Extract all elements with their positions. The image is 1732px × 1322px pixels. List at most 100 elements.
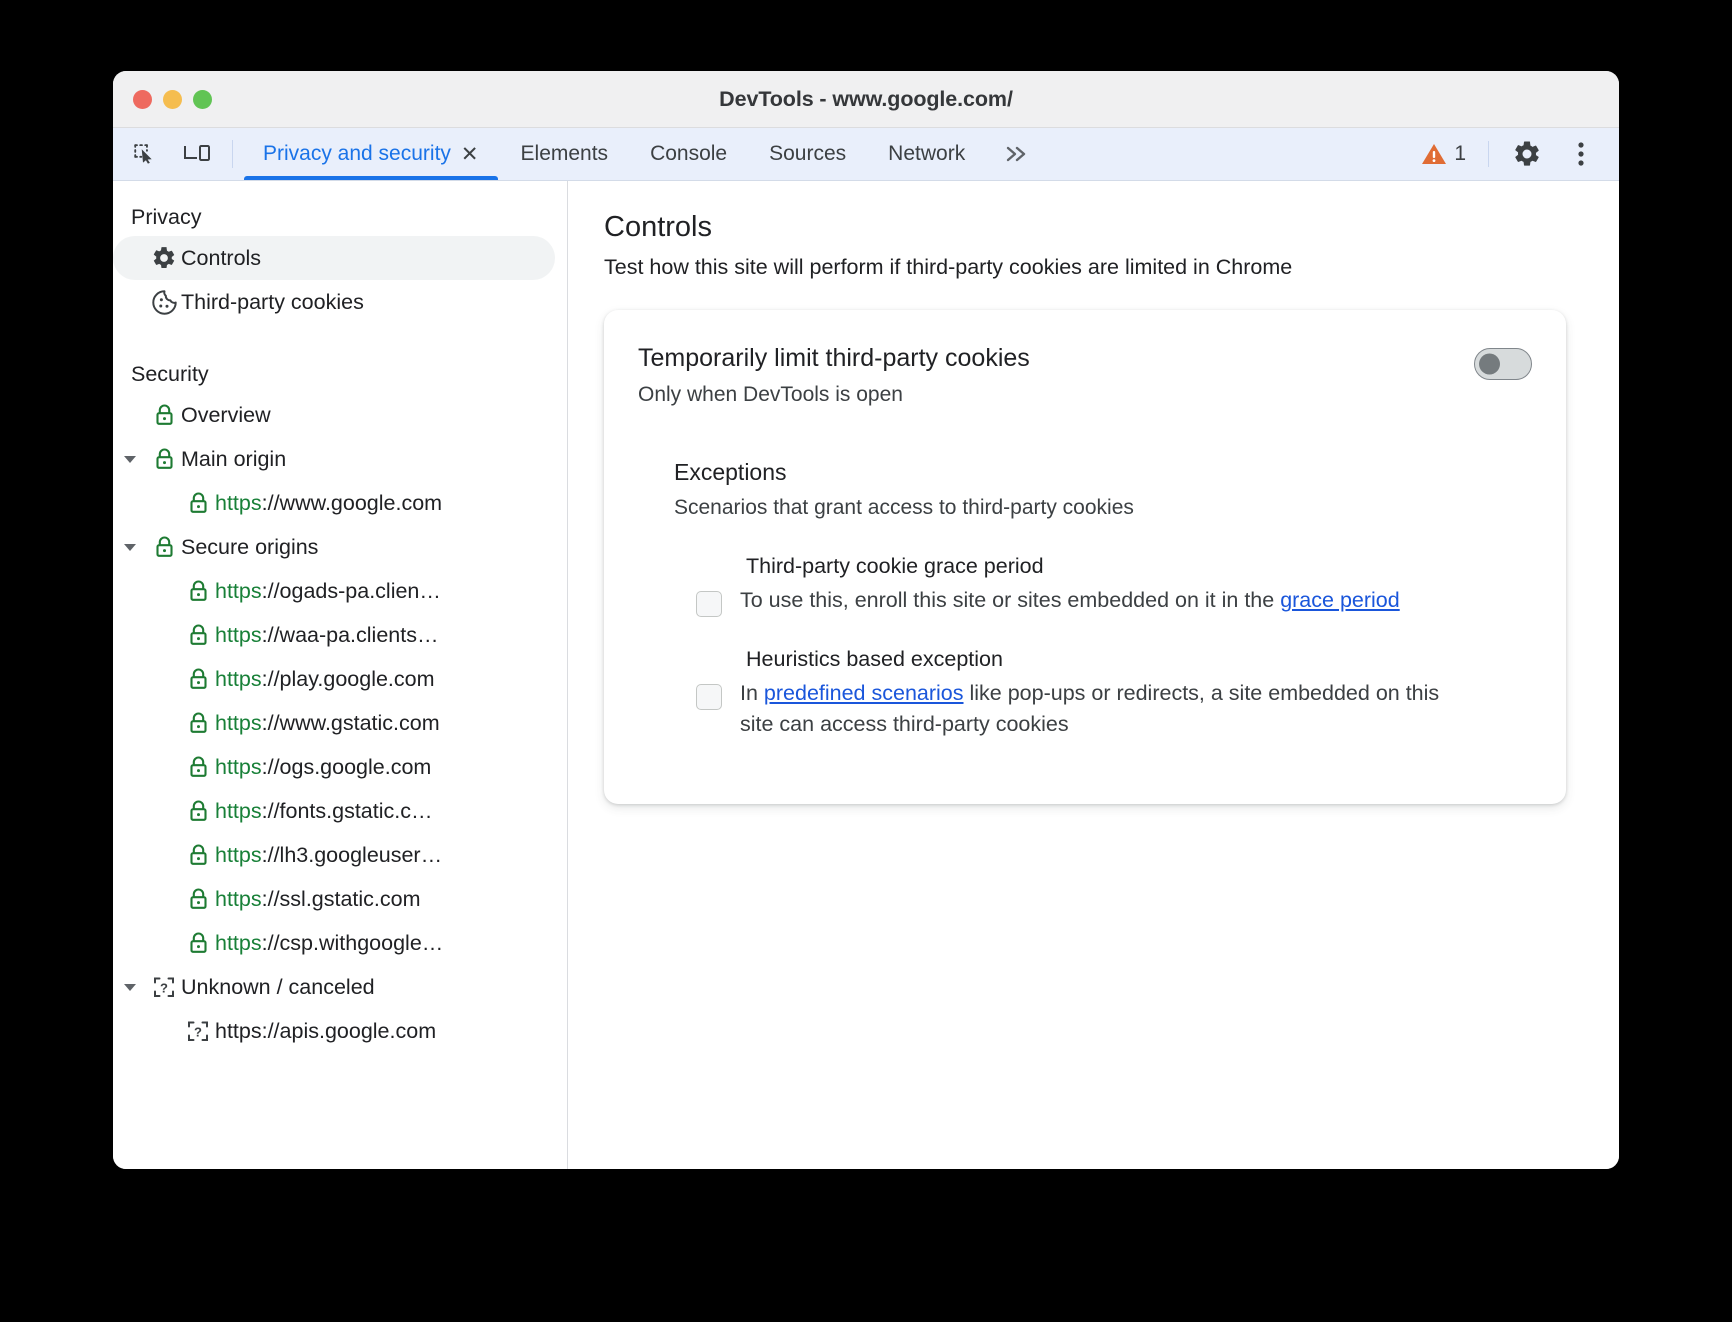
exception-description: In predefined scenarios like pop-ups or … — [740, 681, 1440, 737]
sidebar-origin-url: https://ogs.google.com — [215, 754, 432, 779]
sidebar-origin-row[interactable]: https://play.google.com — [113, 657, 555, 701]
maximize-window-button[interactable] — [193, 89, 212, 109]
predefined-scenarios-link[interactable]: predefined scenarios — [764, 681, 964, 705]
warning-count: 1 — [1454, 142, 1466, 165]
sidebar-origin-row[interactable]: https://lh3.googleuser… — [113, 833, 555, 877]
sidebar-origin-url: https://ogads-pa.clien… — [215, 578, 441, 603]
devtools-tab-bar: Privacy and security ✕ Elements Console … — [113, 128, 1619, 181]
tab-console[interactable]: Console — [629, 128, 748, 180]
lock-icon — [181, 490, 215, 516]
lock-icon — [181, 930, 215, 956]
unknown-icon: ? — [181, 1018, 215, 1044]
sidebar-origin-url: https://play.google.com — [215, 666, 435, 691]
tab-label: Elements — [520, 142, 609, 165]
sidebar-origin-row[interactable]: https://waa-pa.clients… — [113, 613, 555, 657]
heuristics-checkbox[interactable] — [696, 684, 722, 710]
devtools-content: Privacy Controls Third-party cookies Sec… — [113, 181, 1619, 1169]
tab-list: Privacy and security ✕ Elements Console … — [242, 128, 1048, 180]
chevron-down-icon[interactable] — [113, 541, 147, 553]
sidebar-item-label: Main origin — [181, 446, 287, 471]
page-subtitle: Test how this site will perform if third… — [604, 255, 1293, 279]
card-header: Temporarily limit third-party cookies On… — [638, 344, 1532, 407]
sidebar-origin-url: https://waa-pa.clients… — [215, 622, 439, 647]
exception-title: Heuristics based exception — [746, 647, 1003, 671]
minimize-window-button[interactable] — [163, 89, 182, 109]
exception-row: In predefined scenarios like pop-ups or … — [696, 678, 1532, 740]
gear-icon — [147, 245, 181, 271]
sidebar-group-secure-origins[interactable]: Secure origins — [113, 525, 555, 569]
sidebar-origin-row[interactable]: https://ogs.google.com — [113, 745, 555, 789]
toolbar-divider — [1488, 141, 1489, 167]
controls-panel: Controls Test how this site will perform… — [568, 181, 1619, 1169]
sidebar-group-main-origin[interactable]: Main origin — [113, 437, 555, 481]
lock-icon — [147, 534, 181, 560]
close-icon[interactable]: ✕ — [461, 144, 479, 165]
sidebar-origin-row[interactable]: https://ssl.gstatic.com — [113, 877, 555, 921]
tab-elements[interactable]: Elements — [500, 128, 630, 180]
grace-period-checkbox[interactable] — [696, 591, 722, 617]
exception-title: Third-party cookie grace period — [746, 554, 1044, 578]
tab-label: Privacy and security — [263, 142, 451, 165]
sidebar-origin-row[interactable]: https://www.google.com — [113, 481, 555, 525]
card-title: Temporarily limit third-party cookies — [638, 344, 1030, 372]
sidebar-item-label: Third-party cookies — [181, 289, 364, 314]
sidebar-origin-row[interactable]: ? https://apis.google.com — [113, 1009, 555, 1053]
inspect-element-icon[interactable] — [119, 128, 171, 180]
sidebar-item-controls[interactable]: Controls — [113, 236, 555, 280]
exception-heuristics: Heuristics based exception In predefined… — [696, 647, 1532, 740]
window-title: DevTools - www.google.com/ — [719, 86, 1013, 111]
exception-grace-period: Third-party cookie grace period To use t… — [696, 554, 1532, 617]
exceptions-subtitle: Scenarios that grant access to third-par… — [674, 496, 1134, 519]
sidebar-origin-url: https://lh3.googleuser… — [215, 842, 443, 867]
sidebar-origin-url: https://www.google.com — [215, 490, 443, 515]
sidebar-section-security-title: Security — [131, 362, 209, 386]
toggle-knob — [1479, 353, 1500, 375]
sidebar-item-overview[interactable]: Overview — [113, 393, 555, 437]
limit-third-party-cookies-toggle[interactable] — [1474, 348, 1532, 380]
sidebar-origin-row[interactable]: https://www.gstatic.com — [113, 701, 555, 745]
limit-third-party-cookies-card: Temporarily limit third-party cookies On… — [604, 310, 1566, 805]
sidebar-item-third-party-cookies[interactable]: Third-party cookies — [113, 280, 555, 324]
chevron-down-icon[interactable] — [113, 981, 147, 993]
exception-row: To use this, enroll this site or sites e… — [696, 585, 1532, 617]
tab-bar-right-tools: 1 — [1411, 128, 1619, 180]
toolbar-divider — [232, 140, 233, 168]
sidebar-item-label: Controls — [181, 245, 262, 270]
sidebar-origin-url: https://csp.withgoogle… — [215, 930, 444, 955]
device-toolbar-icon[interactable] — [171, 128, 223, 180]
gear-icon[interactable] — [1501, 139, 1553, 169]
exceptions-title: Exceptions — [674, 459, 787, 485]
grace-period-link[interactable]: grace period — [1280, 588, 1400, 612]
tab-sources[interactable]: Sources — [748, 128, 867, 180]
privacy-security-sidebar[interactable]: Privacy Controls Third-party cookies Sec… — [113, 181, 568, 1169]
sidebar-origin-row[interactable]: https://fonts.gstatic.c… — [113, 789, 555, 833]
cookie-icon — [147, 289, 181, 316]
tab-network[interactable]: Network — [867, 128, 986, 180]
chevron-down-icon[interactable] — [113, 453, 147, 465]
kebab-menu-icon[interactable] — [1555, 140, 1607, 168]
tab-bar-left-tools — [113, 128, 242, 180]
lock-icon — [181, 842, 215, 868]
tab-label: Network — [888, 142, 966, 165]
card-header-text: Temporarily limit third-party cookies On… — [638, 344, 1030, 407]
warning-triangle-icon — [1422, 144, 1447, 164]
sidebar-section-privacy-title: Privacy — [131, 205, 202, 229]
sidebar-group-unknown-canceled[interactable]: ? Unknown / canceled — [113, 965, 555, 1009]
sidebar-origin-url: https://www.gstatic.com — [215, 710, 440, 735]
tab-label: Sources — [769, 142, 847, 165]
warning-indicator[interactable]: 1 — [1411, 142, 1476, 166]
tab-label: Console — [650, 142, 728, 165]
sidebar-origin-url: https://ssl.gstatic.com — [215, 886, 421, 911]
sidebar-origin-url: https://apis.google.com — [215, 1018, 437, 1043]
sidebar-origin-row[interactable]: https://ogads-pa.clien… — [113, 569, 555, 613]
sidebar-item-label: Secure origins — [181, 534, 319, 559]
sidebar-origin-row[interactable]: https://csp.withgoogle… — [113, 921, 555, 965]
close-window-button[interactable] — [133, 89, 152, 109]
tab-privacy-and-security[interactable]: Privacy and security ✕ — [242, 128, 500, 180]
sidebar-item-label: Overview — [181, 402, 271, 427]
lock-icon — [181, 666, 215, 692]
lock-icon — [147, 446, 181, 472]
more-tabs-chevron-icon[interactable] — [986, 128, 1048, 180]
lock-icon — [147, 402, 181, 428]
